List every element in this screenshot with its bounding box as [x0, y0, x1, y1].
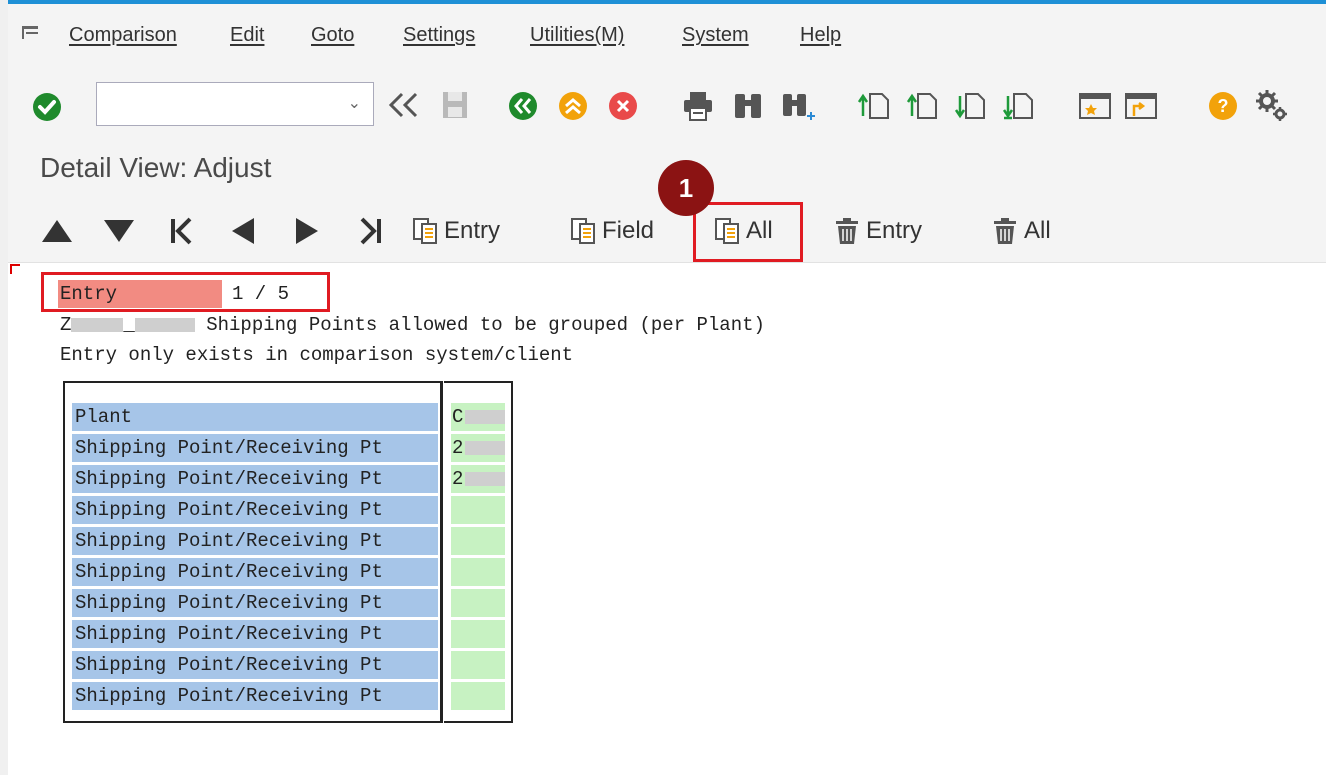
step-badge: 1: [658, 160, 714, 216]
print-icon[interactable]: [682, 90, 714, 122]
table-desc-text: Shipping Points allowed to be grouped (p…: [206, 314, 765, 336]
redacted-block: [71, 317, 124, 332]
field-label: Shipping Point/Receiving Pt: [72, 558, 438, 586]
previous-page-icon[interactable]: [904, 90, 940, 122]
delete-entry-button[interactable]: Entry: [834, 216, 922, 246]
field-label: Shipping Point/Receiving Pt: [72, 589, 438, 617]
first-screen-icon[interactable]: [168, 216, 196, 246]
first-entry-icon[interactable]: [40, 216, 74, 246]
field-value: [451, 558, 505, 586]
copy-field-label: Field: [602, 217, 655, 244]
last-page-icon[interactable]: [1000, 90, 1036, 122]
next-screen-icon[interactable]: [292, 216, 322, 246]
delete-all-button[interactable]: All: [992, 216, 1051, 246]
exit-icon[interactable]: [558, 91, 588, 121]
field-value: [451, 589, 505, 617]
field-label: Shipping Point/Receiving Pt: [72, 651, 438, 679]
settings-icon[interactable]: [1254, 88, 1290, 124]
field-label: Shipping Point/Receiving Pt: [72, 434, 438, 462]
menu-goto[interactable]: Goto: [311, 24, 354, 47]
chevron-down-icon[interactable]: ⌄: [348, 93, 361, 113]
copy-all-highlight: [693, 202, 803, 262]
focus-corner-marker: [10, 264, 20, 274]
entry-highlight: [41, 272, 330, 312]
status-message: Entry only exists in comparison system/c…: [60, 344, 574, 366]
menu-utilities[interactable]: Utilities(M): [530, 24, 624, 47]
window-left-edge: [0, 0, 8, 775]
field-value: C: [451, 403, 505, 431]
find-next-icon[interactable]: [780, 90, 816, 124]
redacted-block: [134, 317, 195, 332]
back-icon[interactable]: [508, 91, 538, 121]
svg-text:?: ?: [1218, 96, 1229, 116]
field-label: Shipping Point/Receiving Pt: [72, 465, 438, 493]
cancel-icon[interactable]: [608, 91, 638, 121]
field-label: Shipping Point/Receiving Pt: [72, 527, 438, 555]
copy-entry-label: Entry: [444, 217, 501, 244]
trash-icon: [836, 218, 858, 244]
field-value: [451, 620, 505, 648]
command-field[interactable]: ⌄: [96, 82, 374, 126]
menu-edit[interactable]: Edit: [230, 24, 264, 47]
field-value: [451, 651, 505, 679]
menu-bar: Comparison Edit Goto Settings Utilities(…: [8, 4, 1326, 62]
menu-comparison[interactable]: Comparison: [69, 24, 177, 47]
field-value: [451, 527, 505, 555]
field-label: Shipping Point/Receiving Pt: [72, 682, 438, 710]
history-back-icon[interactable]: [386, 92, 420, 118]
save-icon: [443, 92, 467, 118]
standard-toolbar: ⌄ ?: [8, 62, 1326, 140]
field-label: Plant: [72, 403, 438, 431]
field-label: Shipping Point/Receiving Pt: [72, 496, 438, 524]
copy-icon: [571, 218, 595, 244]
find-icon[interactable]: [732, 90, 764, 122]
field-label: Shipping Point/Receiving Pt: [72, 620, 438, 648]
delete-all-label: All: [1024, 217, 1051, 244]
previous-screen-icon[interactable]: [228, 216, 258, 246]
field-value: 2: [451, 434, 505, 462]
trash-icon: [994, 218, 1016, 244]
last-screen-icon[interactable]: [356, 216, 384, 246]
copy-entry-button[interactable]: Entry: [412, 216, 500, 246]
help-icon[interactable]: ?: [1208, 91, 1238, 121]
copy-icon: [413, 218, 437, 244]
page-title: Detail View: Adjust: [40, 152, 272, 183]
table-description: Z _ Shipping Points allowed to be grouped…: [60, 314, 765, 336]
delete-entry-label: Entry: [866, 217, 923, 244]
enter-icon[interactable]: [32, 92, 62, 122]
field-value: 2: [451, 465, 505, 493]
menu-toggle-icon[interactable]: [22, 26, 38, 40]
table-id: Z: [60, 314, 72, 336]
field-value: [451, 682, 505, 710]
previous-entry-icon[interactable]: [102, 216, 136, 246]
shortcut-icon[interactable]: [1124, 90, 1160, 122]
field-value: [451, 496, 505, 524]
menu-help[interactable]: Help: [800, 24, 841, 47]
first-page-icon[interactable]: [856, 90, 892, 122]
next-page-icon[interactable]: [952, 90, 988, 122]
command-input[interactable]: [103, 83, 337, 125]
menu-settings[interactable]: Settings: [403, 24, 475, 47]
copy-field-button[interactable]: Field: [570, 216, 654, 246]
menu-system[interactable]: System: [682, 24, 749, 47]
create-session-icon[interactable]: [1078, 90, 1114, 122]
table-divider: [440, 381, 444, 723]
